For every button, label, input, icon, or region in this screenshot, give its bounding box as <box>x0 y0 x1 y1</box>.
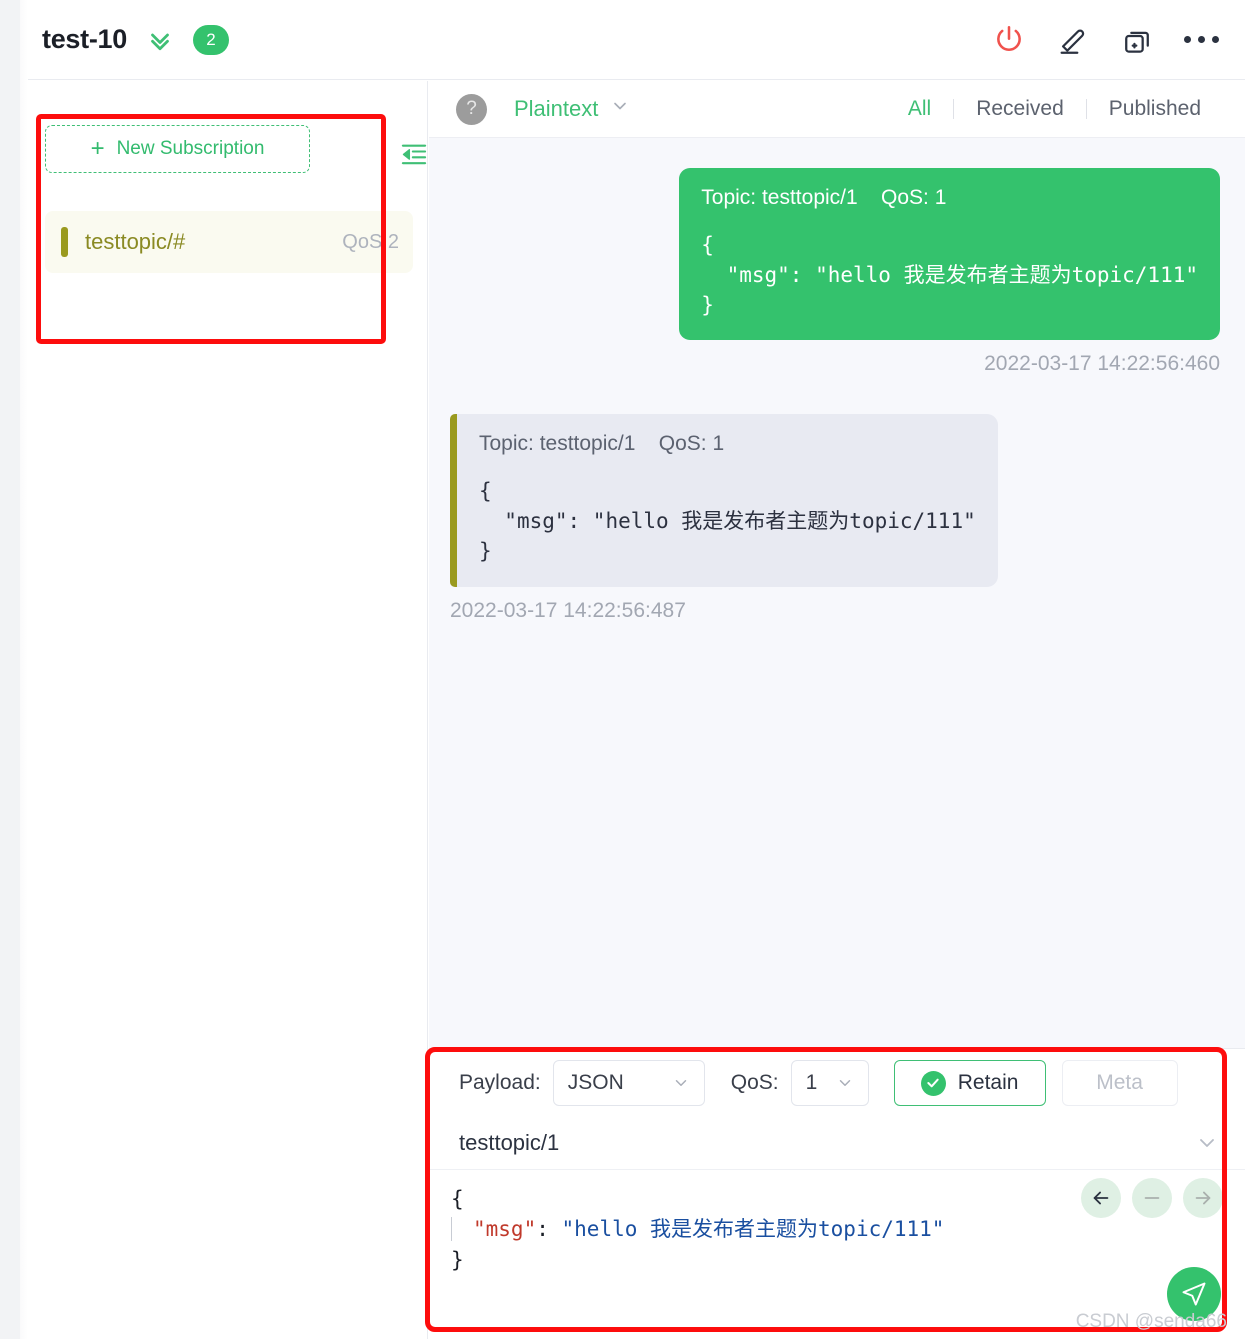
new-subscription-button[interactable]: + New Subscription <box>45 125 310 173</box>
tab-all[interactable]: All <box>886 97 953 121</box>
dot-3 <box>1212 36 1219 43</box>
question-circle-icon[interactable]: ? <box>456 93 487 125</box>
payload-format-value: Plaintext <box>514 96 599 121</box>
chevrons-down-icon[interactable] <box>145 25 175 55</box>
chevron-down-icon <box>672 1074 690 1092</box>
qos-select[interactable]: 1 <box>790 1060 869 1106</box>
check-circle-icon <box>920 1070 946 1096</box>
message-bubble-published[interactable]: Topic: testtopic/1 QoS: 1 { "msg": "hell… <box>679 168 1220 341</box>
subscriptions-panel: + New Subscription testtopic/# QoS 2 <box>28 81 428 1339</box>
json-key: "msg" <box>473 1217 537 1242</box>
message-timestamp: 2022-03-17 14:22:56:460 <box>984 352 1220 376</box>
qos-value: 1 <box>805 1071 818 1094</box>
chevron-down-icon <box>836 1074 854 1092</box>
publish-topic-value: testtopic/1 <box>459 1130 560 1155</box>
dot-1 <box>1184 36 1191 43</box>
message-count-badge: 2 <box>192 24 229 55</box>
window-chrome-inner <box>20 0 28 1339</box>
messages-toolbar: ? Plaintext All Received Published <box>429 81 1245 138</box>
arrow-right-icon[interactable] <box>1183 1178 1223 1218</box>
payload-label: Payload: <box>459 1071 541 1094</box>
message-timestamp: 2022-03-17 14:22:56:487 <box>450 598 686 622</box>
message-payload: { "msg": "hello 我是发布者主题为topic/111" } <box>701 233 1198 317</box>
plus-icon: + <box>90 135 105 162</box>
connection-header: test-10 2 <box>28 0 1245 80</box>
header-left-group: test-10 2 <box>28 24 229 55</box>
header-actions <box>992 23 1245 57</box>
message-meta: Topic: testtopic/1 QoS: 1 <box>479 432 725 456</box>
meta-label: Meta <box>1096 1071 1143 1094</box>
chevron-down-icon <box>610 96 630 122</box>
message-filter-tabs: All Received Published <box>886 97 1223 121</box>
power-icon[interactable] <box>992 23 1026 57</box>
code-line-close: } <box>451 1247 464 1272</box>
indent-guide <box>451 1217 452 1242</box>
message-bubble-received[interactable]: Topic: testtopic/1 QoS: 1 { "msg": "hell… <box>450 414 998 587</box>
json-colon: : <box>536 1217 562 1242</box>
message-item-received: Topic: testtopic/1 QoS: 1 { "msg": "hell… <box>429 376 1245 622</box>
message-meta: Topic: testtopic/1 QoS: 1 <box>701 186 947 209</box>
chevron-down-icon[interactable] <box>1195 1131 1219 1155</box>
window-chrome-strip <box>0 0 28 1339</box>
duplicate-add-icon[interactable] <box>1120 23 1154 57</box>
payload-type-select[interactable]: JSON <box>552 1060 705 1106</box>
publish-panel: Payload: JSON QoS: 1 Retain Meta testtop… <box>429 1048 1245 1339</box>
payload-type-value: JSON <box>567 1071 624 1094</box>
more-dots-icon[interactable] <box>1184 36 1219 43</box>
minus-icon[interactable] <box>1132 1178 1172 1218</box>
subscription-color-bar <box>61 227 68 257</box>
code-line-body: "msg": "hello 我是发布者主题为topic/111" <box>451 1214 1245 1244</box>
json-value: "hello 我是发布者主题为topic/111" <box>561 1217 945 1242</box>
watermark-text: CSDN @senda66 <box>1075 1311 1227 1332</box>
message-payload: { "msg": "hello 我是发布者主题为topic/111" } <box>479 479 976 564</box>
qos-label: QoS: <box>730 1071 779 1094</box>
publish-options-row: Payload: JSON QoS: 1 Retain Meta <box>429 1049 1245 1117</box>
tab-received[interactable]: Received <box>954 97 1086 121</box>
pencil-edit-icon[interactable] <box>1056 23 1090 57</box>
meta-button[interactable]: Meta <box>1061 1060 1178 1106</box>
connection-title: test-10 <box>42 24 127 54</box>
retain-label: Retain <box>957 1071 1019 1094</box>
collapse-left-icon[interactable] <box>399 141 429 174</box>
editor-action-buttons <box>1081 1178 1223 1218</box>
mqtt-client-window: test-10 2 + New Subscription testtopic/#… <box>0 0 1245 1339</box>
messages-panel: ? Plaintext All Received Published Topic… <box>429 81 1245 1339</box>
arrow-left-icon[interactable] <box>1081 1178 1121 1218</box>
subscription-topic: testtopic/# <box>85 229 186 254</box>
retain-toggle[interactable]: Retain <box>893 1060 1046 1106</box>
tab-published[interactable]: Published <box>1087 97 1223 121</box>
payload-format-select[interactable]: Plaintext <box>514 96 630 122</box>
new-subscription-label: New Subscription <box>116 138 265 159</box>
messages-list[interactable]: Topic: testtopic/1 QoS: 1 { "msg": "hell… <box>429 138 1245 1048</box>
message-item-published: Topic: testtopic/1 QoS: 1 { "msg": "hell… <box>429 138 1245 376</box>
subscription-qos: QoS 2 <box>342 230 399 253</box>
subscription-list-item[interactable]: testtopic/# QoS 2 <box>45 211 413 273</box>
dot-2 <box>1198 36 1205 43</box>
publish-topic-row[interactable]: testtopic/1 <box>429 1117 1245 1170</box>
